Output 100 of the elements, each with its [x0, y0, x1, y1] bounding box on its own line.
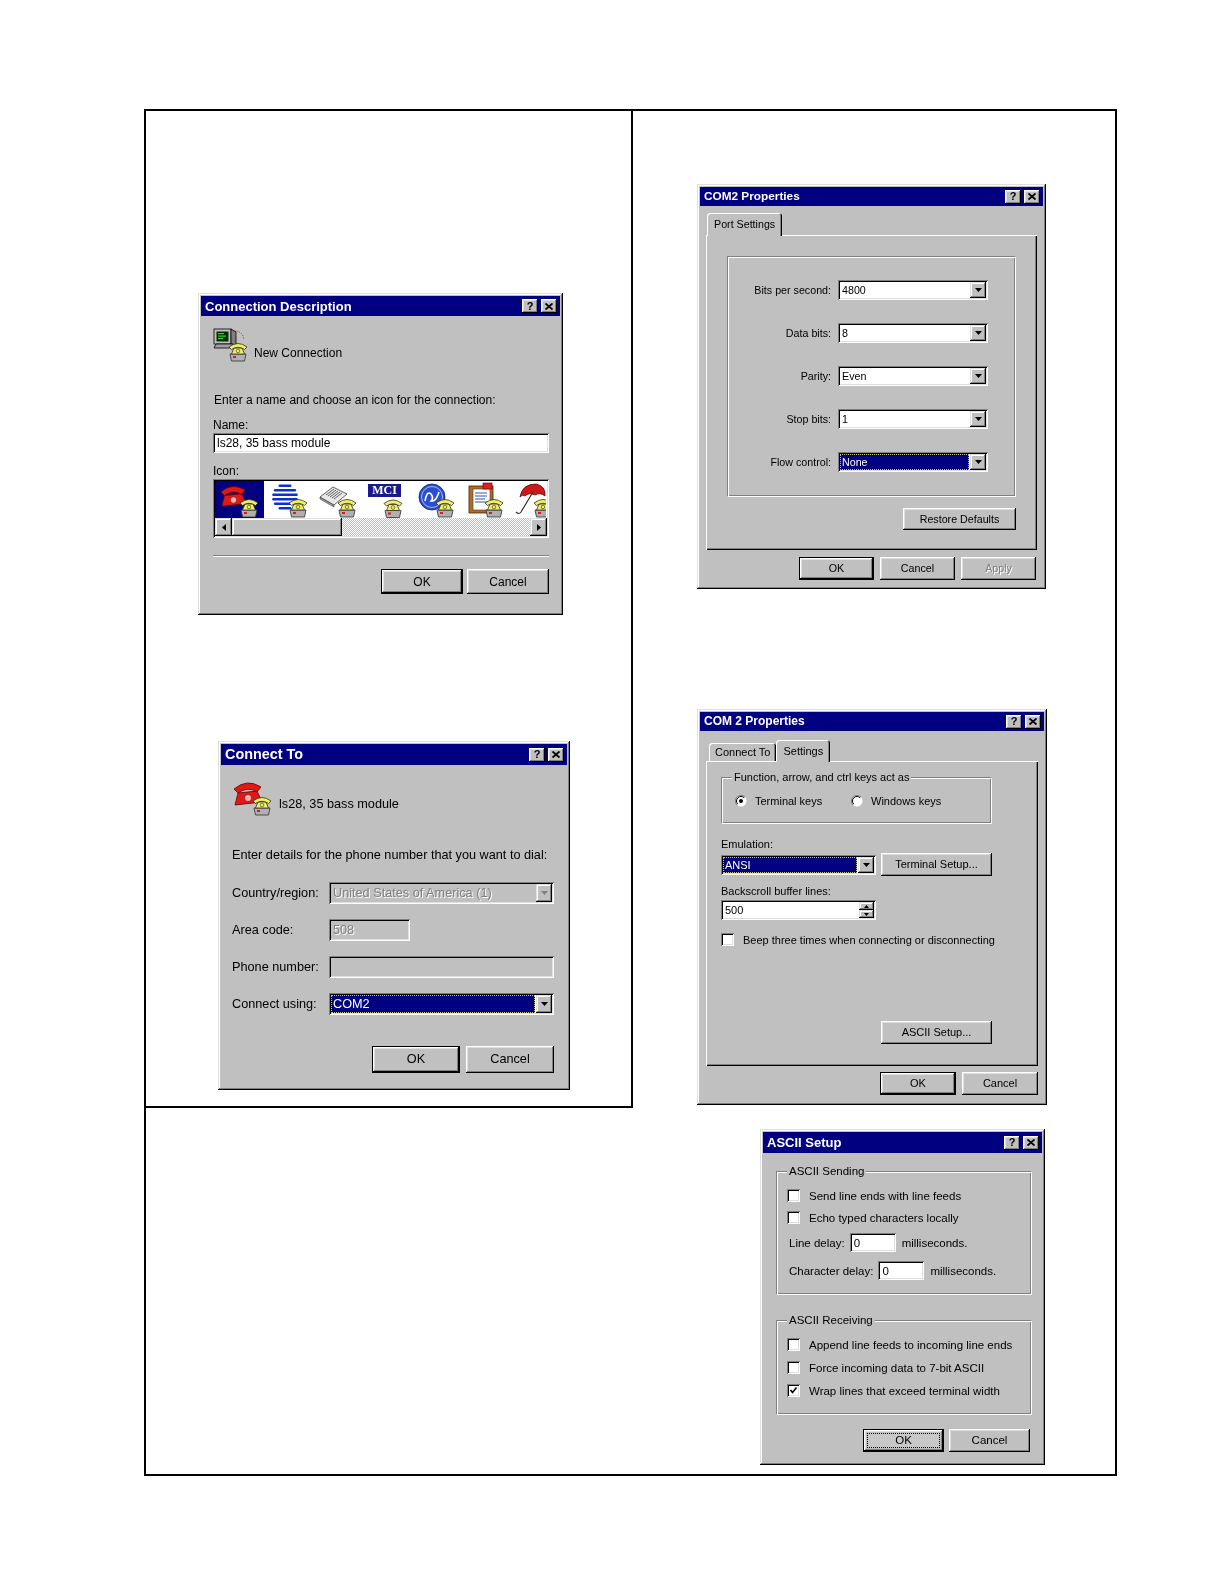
name-field[interactable]: ls28, 35 bass module	[213, 433, 549, 453]
caret-down-icon	[864, 912, 869, 916]
caret-down-icon	[974, 288, 982, 292]
cancel-button[interactable]: Cancel	[880, 557, 955, 580]
close-button[interactable]	[1023, 1135, 1039, 1150]
cancel-button[interactable]: Cancel	[949, 1429, 1030, 1452]
icon-option[interactable]	[215, 481, 264, 518]
restore-defaults-button[interactable]: Restore Defaults	[903, 508, 1016, 530]
help-button[interactable]: ?	[522, 299, 538, 313]
cancel-button[interactable]: Cancel	[962, 1072, 1038, 1095]
field-label: Data bits:	[785, 327, 831, 339]
field-label: Backscroll buffer lines:	[721, 884, 831, 898]
icon-option[interactable]: MCI	[362, 481, 411, 518]
close-button[interactable]	[1025, 714, 1041, 729]
group-label: Function, arrow, and ctrl keys act as	[732, 770, 912, 784]
dropdown-button[interactable]	[970, 454, 986, 470]
checkbox[interactable]	[787, 1211, 800, 1224]
field-label: Name:	[213, 417, 249, 433]
spin-up-button[interactable]	[859, 902, 874, 910]
field-label: Line delay:	[789, 1235, 845, 1250]
field-label: Connect using:	[232, 996, 317, 1012]
window-title: Connection Description	[205, 298, 352, 314]
caret-down-icon	[540, 891, 548, 895]
dropdown-value: 1	[841, 412, 849, 427]
window-title: COM2 Properties	[704, 189, 800, 204]
checkbox[interactable]	[721, 933, 734, 946]
ok-button[interactable]: OK	[799, 557, 874, 580]
dropdown-button[interactable]	[970, 325, 986, 341]
dropdown-button[interactable]	[970, 368, 986, 384]
dropdown-button[interactable]	[858, 856, 874, 873]
checkbox[interactable]	[787, 1338, 800, 1351]
dropdown-field[interactable]: None	[838, 452, 988, 472]
desk-phone-icon	[383, 497, 403, 518]
checkbox[interactable]	[787, 1384, 800, 1397]
radio-button[interactable]	[735, 795, 747, 807]
caret-up-icon	[864, 904, 869, 908]
field-label: Stop bits:	[786, 413, 831, 425]
ok-button[interactable]: OK	[381, 569, 463, 594]
connection-name: ls28, 35 bass module	[279, 796, 399, 812]
ok-button[interactable]: OK	[863, 1429, 944, 1452]
ok-button[interactable]: OK	[880, 1072, 956, 1095]
connection-name: New Connection	[254, 345, 343, 361]
spin-field[interactable]: 500	[721, 900, 876, 920]
unit-label: milliseconds.	[901, 1235, 968, 1250]
dropdown-field[interactable]: COM2	[329, 993, 554, 1015]
caret-down-icon	[540, 1002, 548, 1006]
field-label: Emulation:	[721, 837, 773, 851]
dropdown-field[interactable]: 4800	[838, 280, 988, 300]
radio-button[interactable]	[851, 795, 863, 807]
spin-down-button[interactable]	[859, 910, 874, 918]
tab[interactable]: Port Settings	[707, 213, 783, 236]
tab[interactable]: Connect To	[709, 743, 777, 761]
window-title: COM 2 Properties	[704, 714, 805, 729]
dropdown-field[interactable]: ANSI	[721, 854, 876, 875]
help-button[interactable]: ?	[529, 747, 545, 762]
terminal-setup-button[interactable]: Terminal Setup...	[881, 853, 992, 876]
dropdown-button[interactable]	[536, 995, 552, 1013]
cancel-button[interactable]: Cancel	[467, 569, 549, 594]
field-label: Flow control:	[770, 456, 831, 468]
dropdown-value: United States of America (1)	[332, 885, 493, 902]
help-button[interactable]: ?	[1005, 189, 1021, 204]
text-field[interactable]: 0	[849, 1233, 896, 1252]
close-button[interactable]	[548, 747, 564, 762]
checkbox[interactable]	[787, 1189, 800, 1202]
dropdown-field[interactable]: 8	[838, 323, 988, 343]
text-field[interactable]: 0	[878, 1261, 925, 1280]
dropdown-field[interactable]: Even	[838, 366, 988, 386]
checkbox[interactable]	[787, 1361, 800, 1374]
dropdown-value: ANSI	[723, 856, 857, 873]
cancel-button[interactable]: Cancel	[466, 1046, 554, 1073]
ok-button[interactable]: OK	[372, 1046, 460, 1073]
checkbox-label: Wrap lines that exceed terminal width	[809, 1383, 1000, 1398]
field-label: Icon:	[213, 463, 239, 479]
close-button[interactable]	[541, 299, 557, 313]
caret-down-icon	[974, 460, 982, 464]
scroll-right-button[interactable]	[530, 518, 547, 536]
dropdown-button[interactable]	[970, 282, 986, 298]
close-icon	[1029, 718, 1037, 725]
radio-label: Terminal keys	[755, 794, 823, 808]
help-button[interactable]: ?	[1004, 1135, 1020, 1150]
caret-left-icon	[221, 523, 226, 531]
dropdown-field[interactable]: 1	[838, 409, 988, 429]
scroll-left-button[interactable]	[215, 518, 232, 536]
checkbox-label: Beep three times when connecting or disconnecting	[743, 932, 995, 947]
ascii-setup-button[interactable]: ASCII Setup...	[881, 1021, 992, 1044]
checkbox-label: Append line feeds to incoming line ends	[809, 1337, 1013, 1352]
help-button[interactable]: ?	[1006, 714, 1022, 729]
close-button[interactable]	[1024, 189, 1040, 204]
prompt-text: Enter a name and choose an icon for the connection:	[214, 392, 496, 408]
dropdown-value: COM2	[331, 995, 535, 1013]
scroll-thumb[interactable]	[232, 518, 342, 536]
group-label: ASCII Receiving	[787, 1313, 875, 1327]
dropdown-value: Even	[841, 369, 868, 384]
field-label: Phone number:	[232, 959, 319, 975]
dropdown-button[interactable]	[970, 411, 986, 427]
radio-label: Windows keys	[871, 794, 942, 808]
close-icon	[1028, 193, 1036, 200]
tab[interactable]: Settings	[776, 740, 831, 762]
caret-down-icon	[862, 862, 870, 867]
caret-down-icon	[974, 374, 982, 378]
